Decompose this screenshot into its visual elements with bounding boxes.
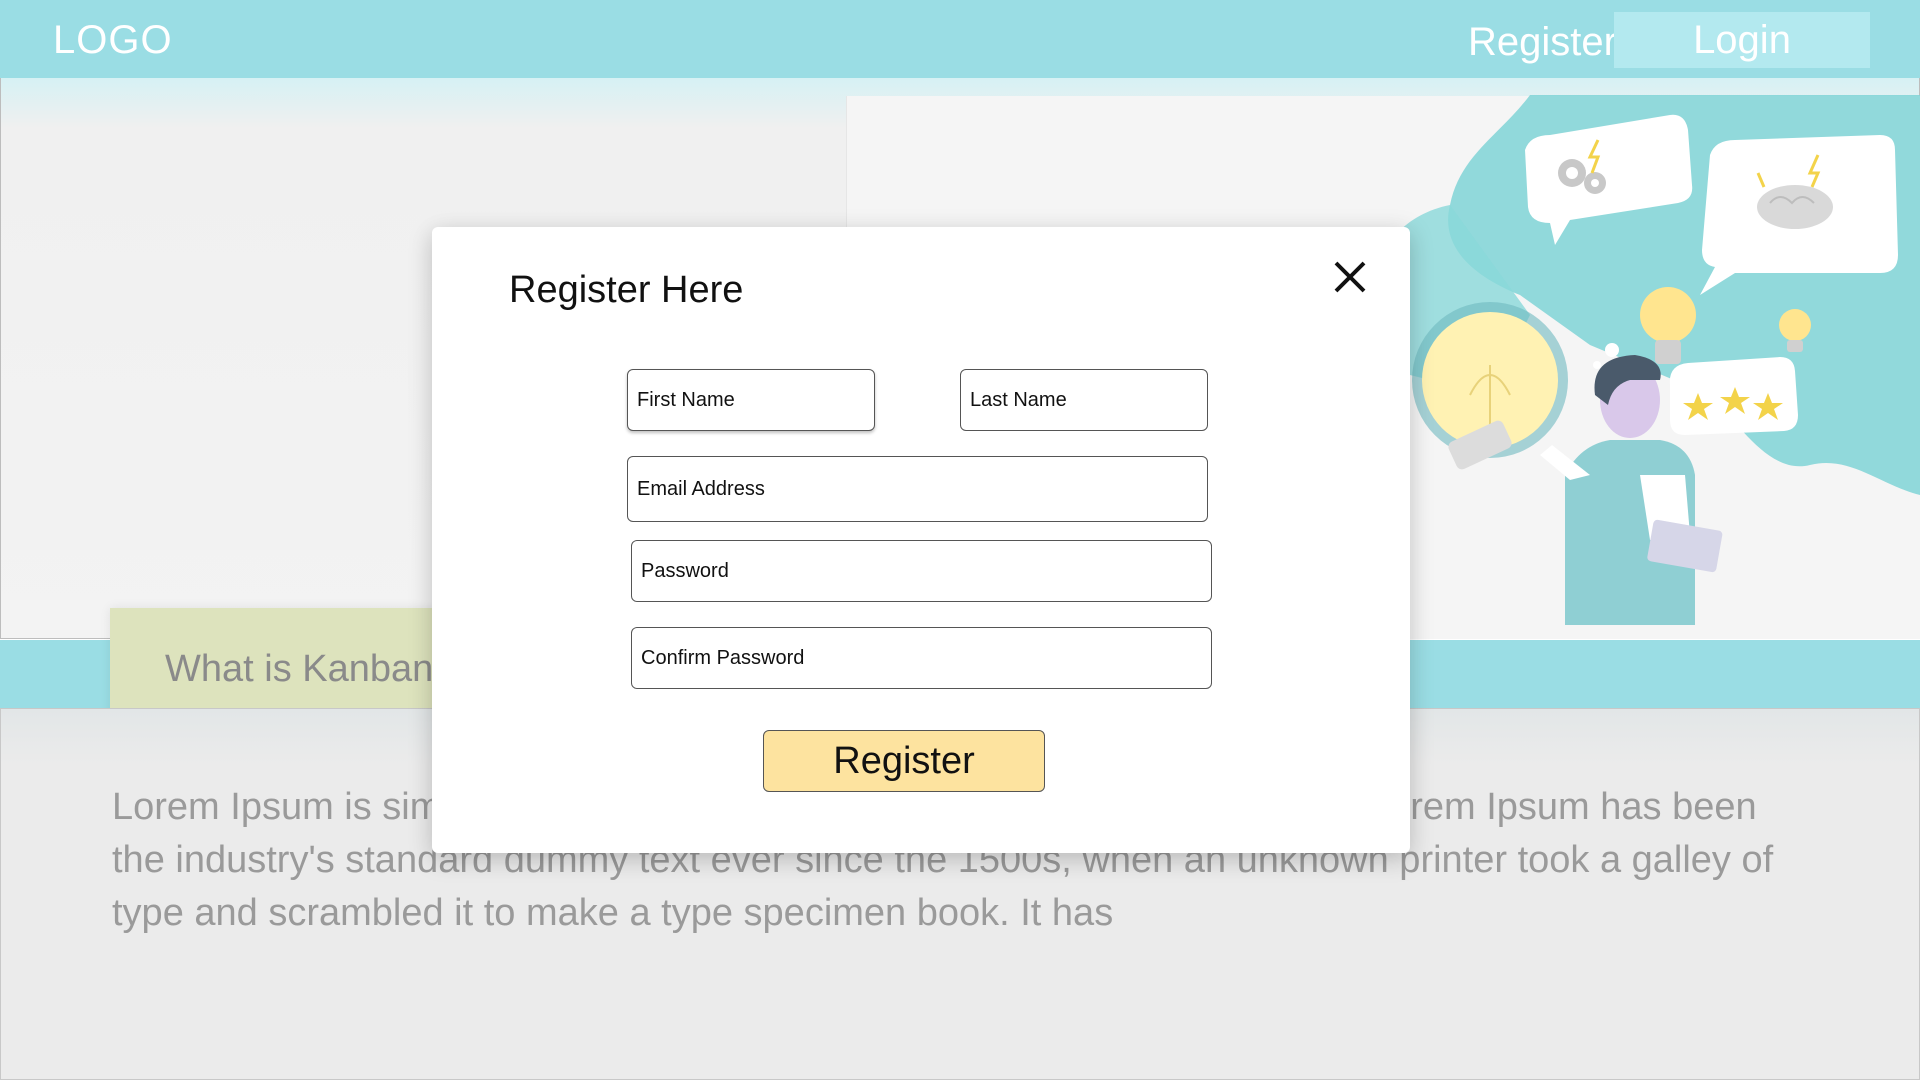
section-heading: What is Kanban <box>165 648 434 690</box>
close-icon[interactable] <box>1330 257 1370 297</box>
brain-bubble-icon <box>1700 135 1898 295</box>
email-field[interactable] <box>627 456 1208 522</box>
stars-bubble-icon <box>1669 357 1798 435</box>
nav-register-link[interactable]: Register <box>1468 20 1617 65</box>
last-name-field[interactable] <box>960 369 1208 431</box>
lightbulb-icon <box>1412 302 1568 470</box>
logo[interactable]: LOGO <box>53 18 173 63</box>
first-name-field[interactable] <box>627 369 875 431</box>
password-field[interactable] <box>631 540 1212 602</box>
confirm-password-field[interactable] <box>631 627 1212 689</box>
register-modal: Register Here Register <box>432 227 1410 853</box>
modal-title: Register Here <box>509 269 744 311</box>
login-button[interactable]: Login <box>1614 12 1870 68</box>
top-nav-bar: LOGO Register Login <box>0 0 1920 78</box>
register-submit-button[interactable]: Register <box>763 730 1045 792</box>
